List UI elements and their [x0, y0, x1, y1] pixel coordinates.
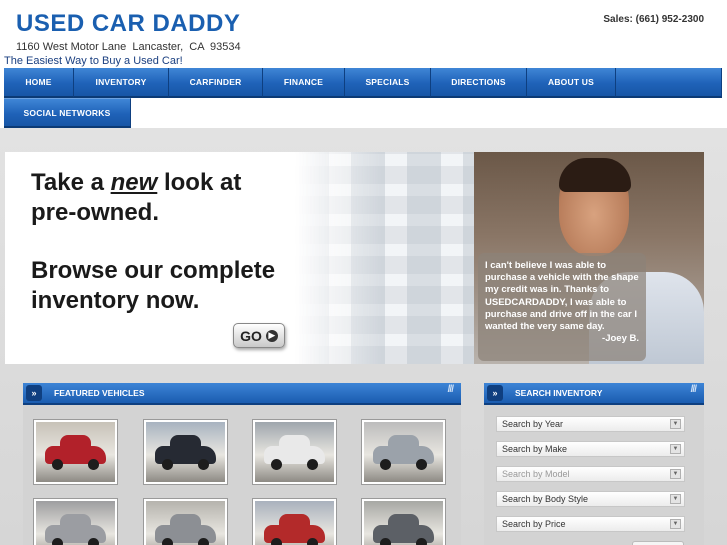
vehicle-wheel	[161, 459, 173, 470]
vehicle-photo	[255, 501, 334, 545]
search-select-year[interactable]: Search by Year ▼	[496, 416, 685, 432]
dropdown-arrow-icon: ▼	[670, 419, 681, 429]
featured-vehicles-header: » FEATURED VEHICLES ///	[23, 383, 461, 405]
decorative-slashes-icon: ///	[690, 384, 697, 395]
nav-social-networks[interactable]: SOCIAL NETWORKS	[4, 98, 131, 128]
decorative-slashes-icon: ///	[447, 384, 454, 395]
vehicle-wheel	[270, 538, 282, 545]
nav-directions[interactable]: DIRECTIONS	[431, 68, 527, 98]
secondary-nav: SOCIAL NETWORKS	[4, 98, 131, 128]
vehicle-thumbnail[interactable]	[143, 419, 228, 485]
vehicle-wheel	[270, 459, 282, 470]
dropdown-arrow-icon: ▼	[670, 469, 681, 479]
nav-finance[interactable]: FINANCE	[263, 68, 345, 98]
vehicle-thumbnail[interactable]	[252, 419, 337, 485]
vehicle-wheel	[198, 459, 210, 470]
vehicle-wheel	[161, 538, 173, 545]
search-inventory-header: » SEARCH INVENTORY ///	[484, 383, 704, 405]
nav-home[interactable]: HOME	[4, 68, 74, 98]
vehicle-wheel	[88, 459, 100, 470]
site-header: USED CAR DADDY 1160 West Motor Lane Lanc…	[0, 0, 727, 68]
vehicle-wheel	[416, 538, 428, 545]
search-select-label: Search by Body Style	[502, 494, 589, 504]
banner-headline: Take a new look at pre-owned.	[31, 169, 242, 226]
vehicle-wheel	[88, 538, 100, 545]
nav-specials[interactable]: SPECIALS	[345, 68, 431, 98]
quote-author: -Joey B.	[602, 333, 639, 345]
site-title[interactable]: USED CAR DADDY	[16, 10, 240, 38]
nav-carfinder[interactable]: CARFINDER	[169, 68, 263, 98]
search-inventory-panel: Search by Year ▼ Search by Make ▼ Search by …	[484, 405, 704, 545]
vehicle-wheel	[379, 459, 391, 470]
go-button[interactable]: GO ▶	[233, 323, 285, 348]
banner-emphasis: new	[110, 169, 158, 196]
search-select-label: Search by Model	[502, 469, 570, 479]
vehicle-photo	[364, 422, 443, 482]
search-select-make[interactable]: Search by Make ▼	[496, 441, 685, 457]
search-select-label: Search by Make	[502, 444, 568, 454]
double-chevron-right-icon: »	[487, 385, 503, 401]
vehicle-wheel	[51, 459, 63, 470]
vehicle-wheel	[307, 538, 319, 545]
vehicle-photo	[364, 501, 443, 545]
featured-vehicles-title: FEATURED VEHICLES	[54, 388, 145, 398]
quote-text: I can't believe I was able to purchase a…	[485, 260, 639, 333]
sales-phone: Sales: (661) 952-2300	[603, 14, 704, 25]
search-select-body-style[interactable]: Search by Body Style ▼	[496, 491, 685, 507]
vehicle-wheel	[416, 459, 428, 470]
vehicle-wheel	[198, 538, 210, 545]
tagline: The Easiest Way to Buy a Used Car!	[4, 55, 183, 67]
banner-subheadline: Browse our complete inventory now.	[31, 257, 276, 314]
hero-banner[interactable]: Take a new look at pre-owned. Browse our…	[5, 152, 704, 364]
search-inventory-title: SEARCH INVENTORY	[515, 388, 603, 398]
search-button[interactable]	[632, 541, 684, 545]
dropdown-arrow-icon: ▼	[670, 444, 681, 454]
vehicle-thumbnail[interactable]	[33, 498, 118, 545]
vehicle-thumbnail[interactable]	[33, 419, 118, 485]
chevron-right-icon: ▶	[265, 329, 278, 342]
search-select-label: Search by Price	[502, 519, 566, 529]
vehicle-photo	[255, 422, 334, 482]
testimonial-quote: I can't believe I was able to purchase a…	[478, 253, 646, 361]
vehicle-thumbnail[interactable]	[361, 498, 446, 545]
vehicle-wheel	[379, 538, 391, 545]
dropdown-arrow-icon: ▼	[670, 519, 681, 529]
vehicle-photo	[146, 422, 225, 482]
vehicle-thumbnail[interactable]	[143, 498, 228, 545]
nav-about-us[interactable]: ABOUT US	[527, 68, 616, 98]
person-hair	[559, 158, 631, 192]
vehicle-photo	[36, 501, 115, 545]
vehicle-thumbnail[interactable]	[361, 419, 446, 485]
vehicle-wheel	[307, 459, 319, 470]
double-chevron-right-icon: »	[26, 385, 42, 401]
search-select-price[interactable]: Search by Price ▼	[496, 516, 685, 532]
vehicle-thumbnail[interactable]	[252, 498, 337, 545]
vehicle-wheel	[51, 538, 63, 545]
nav-inventory[interactable]: INVENTORY	[74, 68, 169, 98]
car-lot-image	[295, 152, 485, 364]
featured-vehicles-panel	[23, 405, 461, 545]
dealer-address: 1160 West Motor Lane Lancaster, CA 93534	[16, 41, 241, 53]
search-select-model: Search by Model ▼	[496, 466, 685, 482]
vehicle-photo	[146, 501, 225, 545]
search-select-label: Search by Year	[502, 419, 564, 429]
nav-blank	[616, 68, 722, 98]
vehicle-photo	[36, 422, 115, 482]
dropdown-arrow-icon: ▼	[670, 494, 681, 504]
main-nav: HOME INVENTORY CARFINDER FINANCE SPECIAL…	[4, 68, 722, 98]
